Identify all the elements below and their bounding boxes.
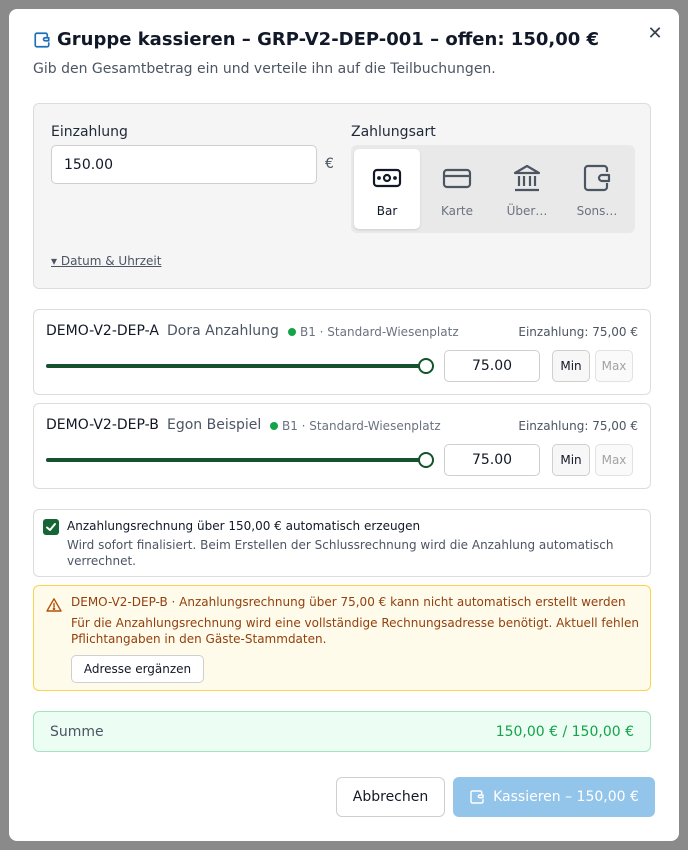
payment-method-other[interactable]: Sons…	[564, 149, 630, 229]
amount-label: Einzahlung	[51, 124, 128, 140]
booking-row-a: DEMO-V2-DEP-A Dora Anzahlung B1 · Standa…	[33, 309, 651, 395]
payment-method-other-label: Sons…	[576, 204, 618, 218]
summary-card: Summe 150,00 € / 150,00 €	[33, 711, 651, 752]
close-icon[interactable]: ✕	[645, 23, 665, 44]
dialog-subtitle: Gib den Gesamtbetrag ein und verteile ih…	[33, 61, 496, 77]
payment-method-transfer[interactable]: Über…	[494, 149, 560, 229]
payment-method-card[interactable]: Karte	[424, 149, 490, 229]
slider-fill	[46, 458, 426, 462]
slider-thumb[interactable]	[418, 358, 434, 374]
summary-label: Summe	[50, 724, 104, 740]
date-time-toggle[interactable]: ▾ Datum & Uhrzeit	[51, 254, 161, 268]
booking-guest: Egon Beispiel	[167, 417, 262, 433]
wallet-icon	[583, 164, 611, 192]
booking-code: DEMO-V2-DEP-B	[46, 417, 159, 433]
submit-button-label: Kassieren – 150,00 €	[493, 789, 639, 805]
cashier-dialog: ✕ Gruppe kassieren – GRP-V2-DEP-001 – of…	[9, 9, 679, 841]
invoice-checkbox-label: Anzahlungsrechnung über 150,00 € automat…	[67, 519, 421, 533]
cancel-button[interactable]: Abbrechen	[336, 777, 445, 817]
slider-thumb[interactable]	[418, 452, 434, 468]
payment-method-card-label: Karte	[440, 204, 474, 218]
payment-method-label: Zahlungsart	[351, 124, 436, 140]
payment-method-group: Bar Karte Über… Sons…	[351, 145, 635, 233]
booking-category: B1 · Standard-Wiesenplatz	[282, 419, 441, 433]
booking-category: B1 · Standard-Wiesenplatz	[300, 325, 459, 339]
check-icon	[46, 523, 56, 531]
booking-code: DEMO-V2-DEP-A	[46, 323, 159, 339]
booking-row-b: DEMO-V2-DEP-B Egon Beispiel B1 · Standar…	[33, 403, 651, 489]
card-icon	[442, 168, 472, 189]
booking-deposit: Einzahlung: 75,00 €	[518, 325, 638, 339]
dialog-header: Gruppe kassieren – GRP-V2-DEP-001 – offe…	[33, 29, 599, 50]
max-button[interactable]: Max	[595, 444, 633, 476]
payment-method-transfer-label: Über…	[506, 204, 548, 218]
invoice-option-card: Anzahlungsrechnung über 150,00 € automat…	[33, 509, 651, 577]
wallet-icon	[470, 790, 484, 804]
warning-text: Für die Anzahlungsrechnung wird eine vol…	[71, 616, 639, 646]
min-button[interactable]: Min	[552, 444, 590, 476]
slider-fill	[46, 364, 426, 368]
bank-icon	[513, 164, 541, 192]
summary-value: 150,00 € / 150,00 €	[495, 724, 634, 740]
dialog-title: Gruppe kassieren – GRP-V2-DEP-001 – offe…	[57, 29, 600, 50]
booking-amount-input[interactable]	[444, 444, 540, 476]
max-button[interactable]: Max	[595, 350, 633, 382]
amount-input[interactable]	[51, 145, 317, 184]
warning-icon	[46, 598, 62, 612]
booking-deposit: Einzahlung: 75,00 €	[518, 419, 638, 433]
booking-amount-input[interactable]	[444, 350, 540, 382]
cash-icon	[372, 168, 402, 188]
invoice-checkbox[interactable]	[43, 519, 59, 535]
payment-method-cash[interactable]: Bar	[354, 149, 420, 229]
payment-method-cash-label: Bar	[376, 204, 398, 218]
complete-address-button[interactable]: Adresse ergänzen	[71, 655, 204, 683]
warning-card: DEMO-V2-DEP-B · Anzahlungsrechnung über …	[33, 585, 651, 691]
amount-slider[interactable]	[46, 358, 434, 374]
amount-slider[interactable]	[46, 452, 434, 468]
submit-button[interactable]: Kassieren – 150,00 €	[453, 777, 655, 817]
status-dot	[270, 422, 278, 430]
warning-title: DEMO-V2-DEP-B · Anzahlungsrechnung über …	[71, 595, 626, 609]
booking-guest: Dora Anzahlung	[167, 323, 279, 339]
payment-card: Einzahlung € Zahlungsart Bar Karte	[33, 103, 651, 289]
currency-label: €	[325, 156, 334, 172]
invoice-help-text: Wird sofort finalisiert. Beim Erstellen …	[67, 538, 614, 568]
status-dot	[288, 328, 296, 336]
min-button[interactable]: Min	[552, 350, 590, 382]
wallet-icon	[34, 31, 50, 48]
